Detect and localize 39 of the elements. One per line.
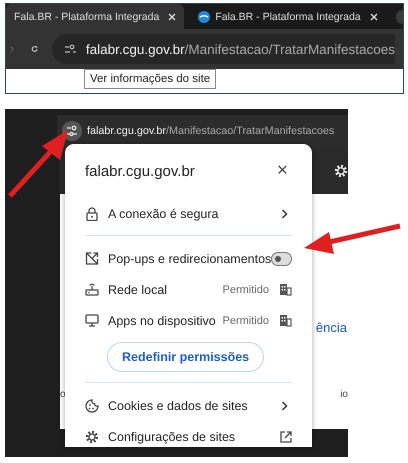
- close-button[interactable]: ×: [272, 160, 292, 182]
- building-icon[interactable]: [279, 314, 292, 327]
- browser-tab[interactable]: Fala.BR - Plataforma Integrada: [190, 4, 386, 29]
- permission-status: Permitido: [222, 284, 269, 296]
- page-text: io: [340, 389, 348, 400]
- url-text: falabr.cgu.gov.br/Manifestacao/TratarManifestacoes: [87, 124, 334, 136]
- page-text: o: [60, 389, 66, 400]
- arrow: [8, 130, 68, 198]
- external-link-icon: [280, 430, 292, 442]
- browser-tab[interactable]: Fala.BR - Plataforma Integrada: [6, 4, 184, 29]
- permission-label: Apps no dispositivo: [108, 314, 217, 328]
- chevron-icon: [281, 208, 288, 218]
- chevron-icon: [281, 400, 288, 410]
- popup-title: falabr.cgu.gov.br: [85, 162, 195, 180]
- popup-blocked-icon: [85, 252, 99, 265]
- close-icon[interactable]: [168, 12, 176, 20]
- reset-permissions-button[interactable]: Redefinir permissões: [107, 342, 264, 372]
- router-icon: [85, 283, 99, 296]
- gear-icon: [85, 430, 99, 444]
- menu-item[interactable]: Cookies e dados de sites: [85, 390, 292, 421]
- url-text: falabr.cgu.gov.br/Manifestacao/TratarManifestacoes: [86, 42, 395, 56]
- permission-status: Permitido: [222, 314, 269, 326]
- tune-icon[interactable]: [64, 44, 77, 54]
- toggle-switch[interactable]: [271, 252, 292, 266]
- cookie-icon: [85, 398, 99, 412]
- lock-icon: [85, 206, 99, 220]
- connection-item[interactable]: A conexão é segura: [85, 198, 292, 229]
- permission-label: Rede local: [108, 282, 168, 296]
- menu-item[interactable]: Configurações de sites: [85, 421, 292, 452]
- address-bar[interactable]: falabr.cgu.gov.br/Manifestacao/TratarManifestacoes: [57, 115, 348, 146]
- building-icon[interactable]: [279, 283, 292, 296]
- monitor-icon: [85, 314, 99, 327]
- gear-icon[interactable]: [334, 163, 348, 179]
- address-bar[interactable]: falabr.cgu.gov.br/Manifestacao/TratarManifestacoes: [52, 34, 395, 64]
- permission-label: Pop-ups e redirecionamentos: [108, 252, 272, 266]
- close-icon[interactable]: [370, 12, 378, 20]
- page-text: ência: [316, 320, 347, 335]
- reload-icon[interactable]: [30, 43, 38, 55]
- tooltip: Ver informações do site: [84, 69, 216, 89]
